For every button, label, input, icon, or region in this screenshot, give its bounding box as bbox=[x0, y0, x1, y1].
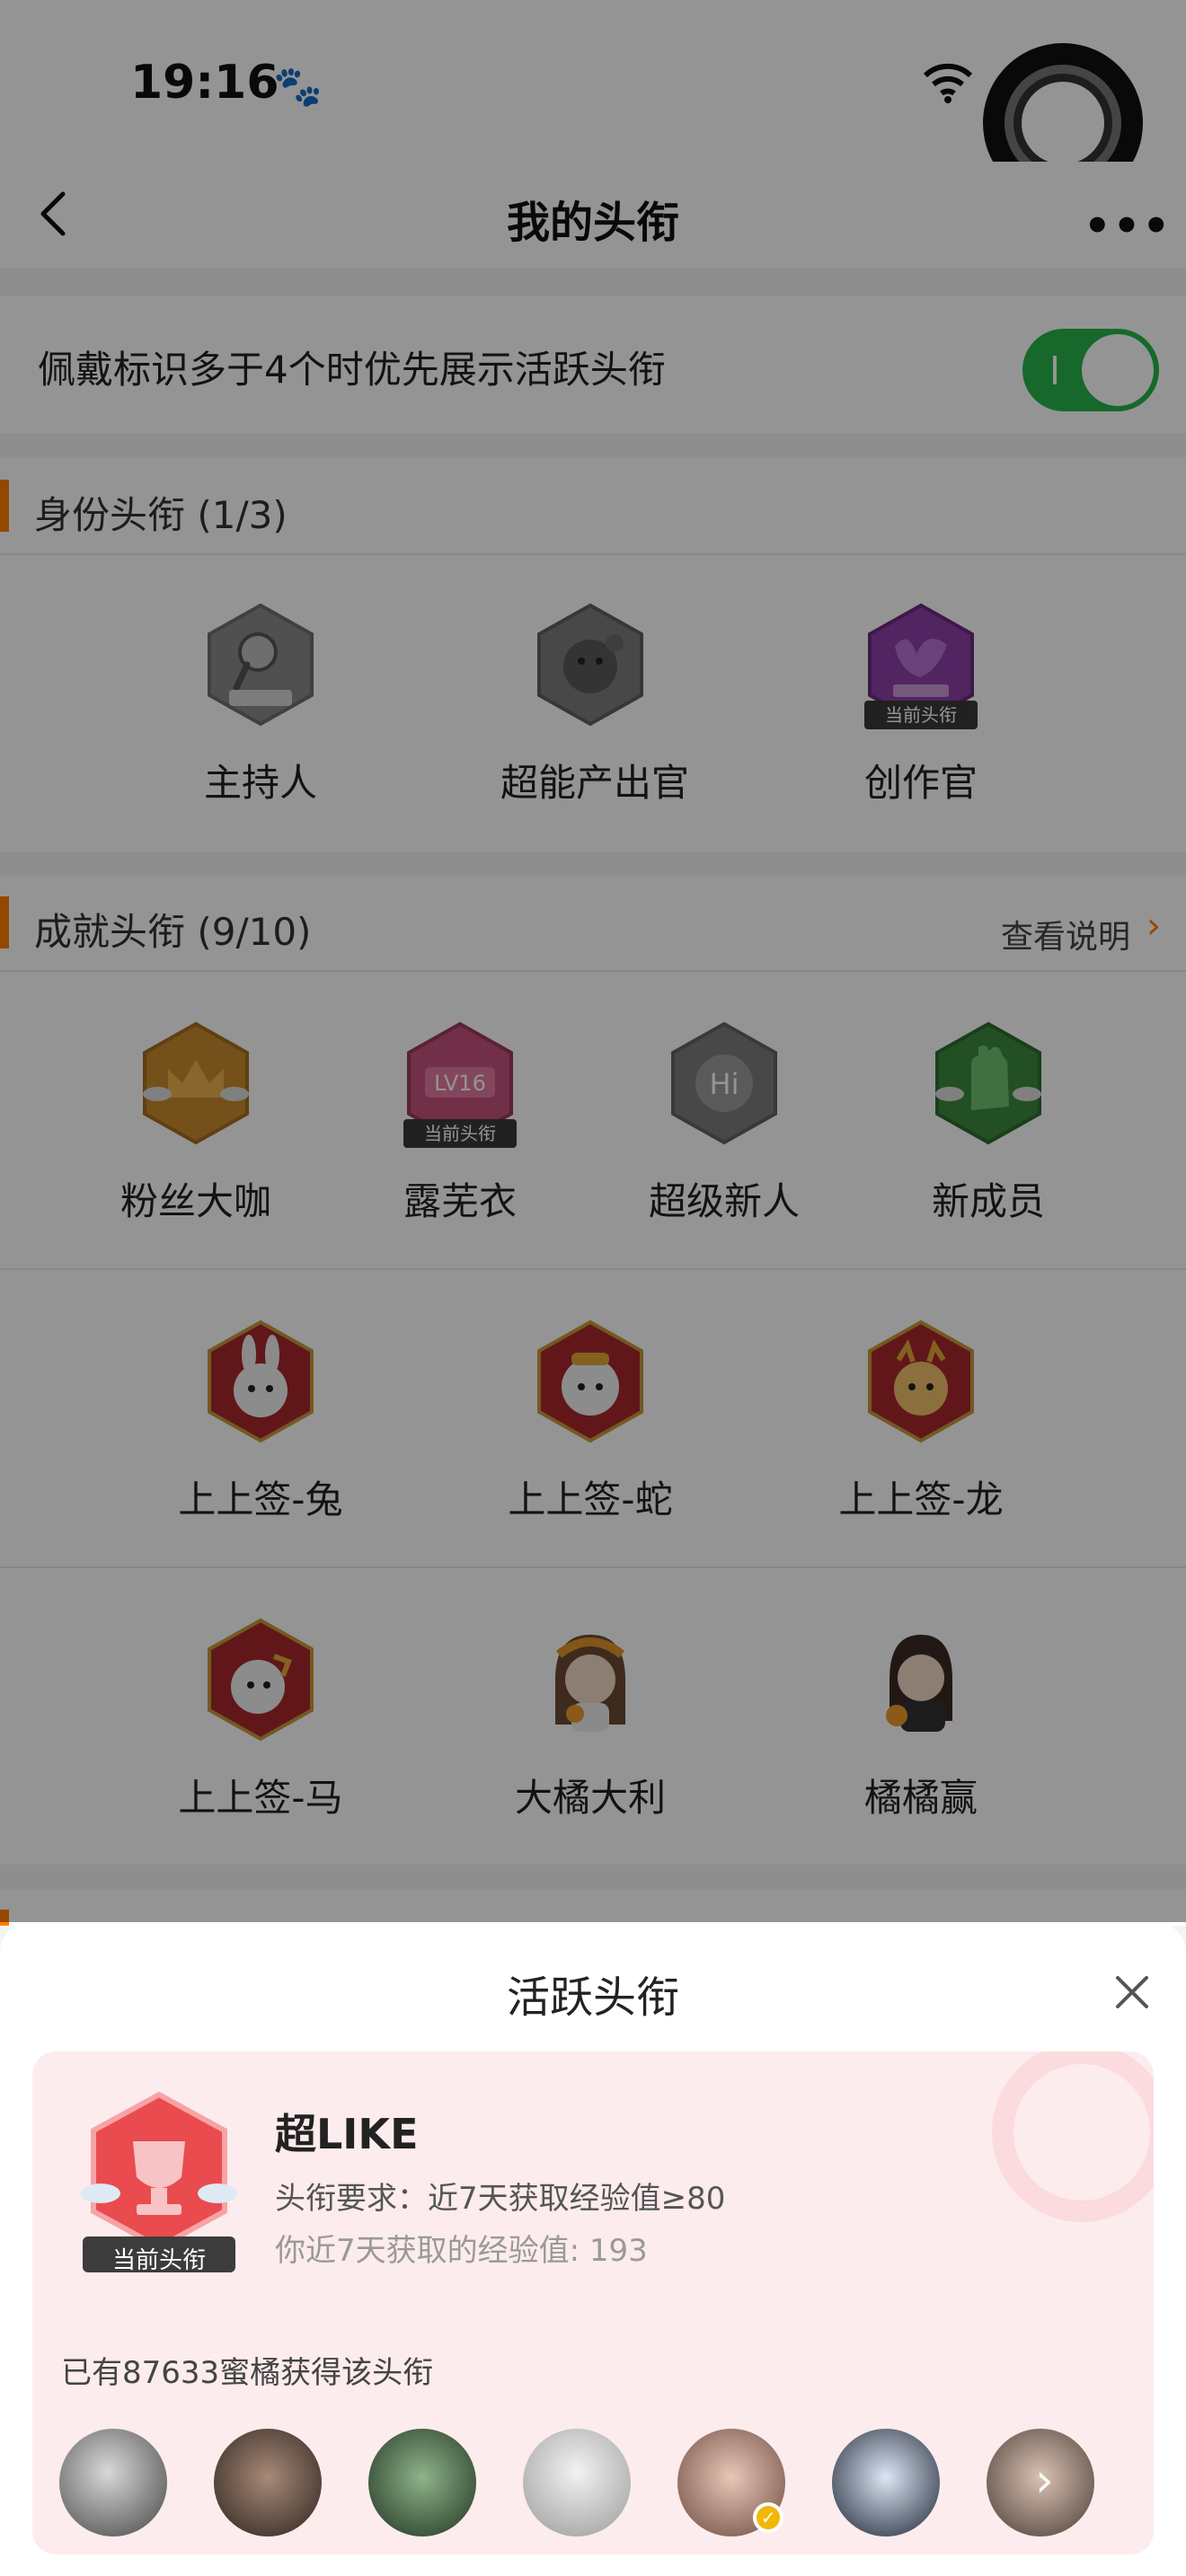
avatar-more[interactable]: › bbox=[987, 2429, 1094, 2536]
chevron-right-icon[interactable]: › bbox=[1035, 2454, 1054, 2508]
sheet-title: 活跃头衔 bbox=[506, 1972, 679, 2023]
avatar[interactable] bbox=[523, 2429, 631, 2536]
active-title-card: 当前头衔 超LIKE 头衔要求：近7天获取经验值≥80 你近7天获取的经验值: … bbox=[32, 2051, 1154, 2554]
current-title-tag: 当前头衔 bbox=[111, 2247, 206, 2274]
active-title-sheet: 活跃头衔 当前头衔 超LIKE 头衔要求：近7天获取经验值≥80 你近7天获取的… bbox=[0, 1922, 1186, 2576]
avatar[interactable] bbox=[368, 2429, 476, 2536]
user-exp-text: 你近7天获取的经验值: 193 bbox=[275, 2233, 648, 2269]
modal-backdrop[interactable] bbox=[0, 0, 1186, 1922]
avatar[interactable] bbox=[832, 2429, 940, 2536]
verified-icon: ✓ bbox=[753, 2502, 783, 2533]
title-name: 超LIKE bbox=[275, 2110, 419, 2158]
close-icon[interactable] bbox=[1111, 1971, 1154, 2014]
page: 19:16 🐾 我的头衔 ••• 佩戴标识多于4个时优先展示活跃头衔 身份头衔 … bbox=[0, 0, 1186, 2576]
title-requirement: 头衔要求：近7天获取经验值≥80 bbox=[275, 2181, 726, 2217]
earned-count-text: 已有87633蜜橘获得该头衔 bbox=[61, 2355, 434, 2391]
card-decoration bbox=[992, 2051, 1154, 2222]
avatar[interactable] bbox=[59, 2429, 167, 2536]
super-like-badge: 当前头衔 bbox=[74, 2087, 244, 2276]
avatar[interactable] bbox=[214, 2429, 322, 2536]
